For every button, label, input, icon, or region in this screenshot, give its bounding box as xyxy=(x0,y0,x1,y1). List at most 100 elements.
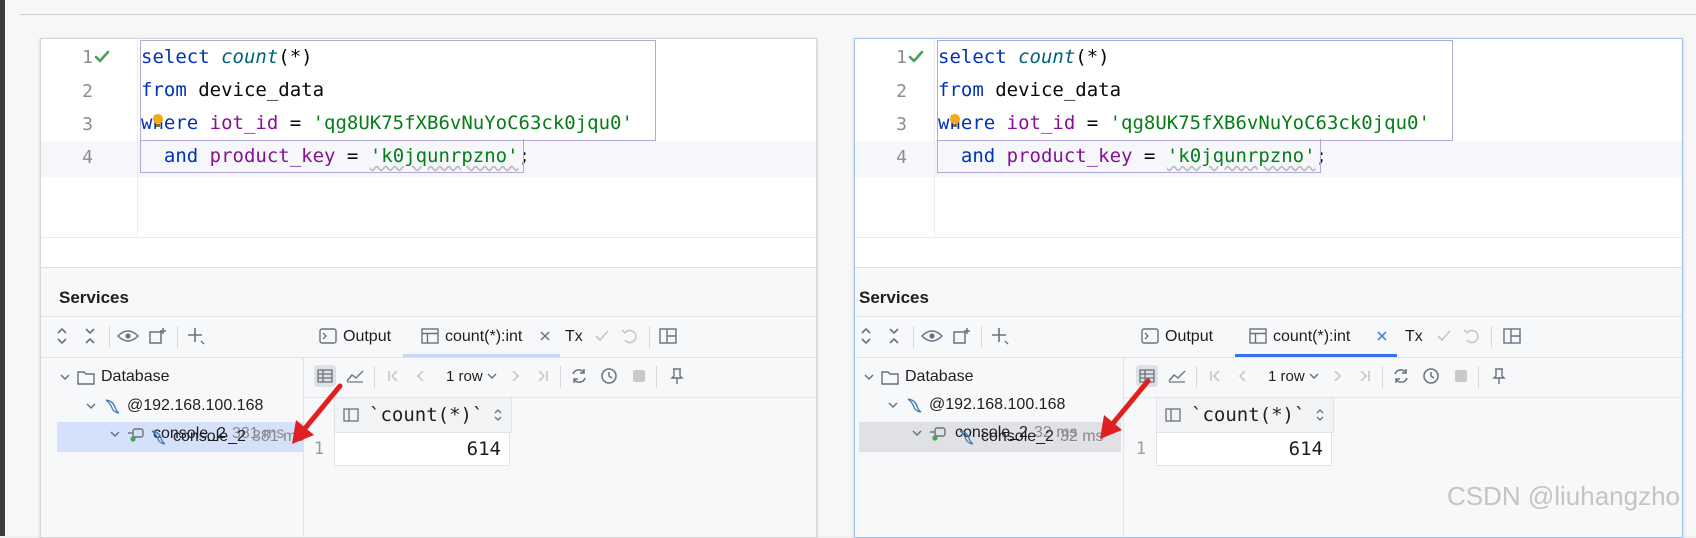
chevron-down-icon[interactable] xyxy=(887,399,899,411)
tree-label: console_2 xyxy=(173,428,246,445)
code-token: 'qg8UK75fXB6vNuYoC63ck0jqu0' xyxy=(1109,112,1430,134)
line-number: 4 xyxy=(896,147,907,168)
row-count-selector[interactable]: 1 row xyxy=(446,365,497,387)
chart-view-icon[interactable] xyxy=(1166,365,1188,387)
folder-icon xyxy=(881,371,899,385)
sort-icon[interactable] xyxy=(493,408,503,422)
result-cell[interactable]: 614 xyxy=(1156,432,1332,466)
last-page-icon[interactable] xyxy=(532,365,554,387)
code-line[interactable]: and product_key = 'k0jqunrpzno'; xyxy=(141,145,530,167)
table-icon xyxy=(1247,325,1269,347)
close-icon[interactable] xyxy=(1371,325,1393,347)
pin-icon[interactable] xyxy=(666,365,688,387)
ide-panel-right: 1 2 3 4 select count(*) from device_data… xyxy=(854,38,1683,538)
next-page-icon[interactable] xyxy=(504,365,526,387)
services-tree: Database @192.168.100.168 console_2 381 … xyxy=(41,357,304,537)
rollback-icon[interactable] xyxy=(1461,325,1483,347)
tree-label: @192.168.100.168 xyxy=(127,397,264,414)
chevron-down-icon[interactable] xyxy=(911,427,923,439)
table-view-icon[interactable] xyxy=(314,365,336,387)
tree-label: Database xyxy=(101,368,170,385)
layout-icon[interactable] xyxy=(1501,325,1523,347)
column-header[interactable]: `count(*)` xyxy=(1156,397,1334,433)
tree-node-database[interactable]: Database xyxy=(863,363,974,391)
code-line[interactable]: select count(*) xyxy=(141,46,313,68)
code-line[interactable]: from device_data xyxy=(141,79,324,101)
refresh-icon[interactable] xyxy=(568,365,590,387)
stop-icon[interactable] xyxy=(1450,365,1472,387)
sql-editor[interactable]: 1 2 3 4 select count(*) from device_data… xyxy=(855,39,1682,237)
result-cell[interactable]: 614 xyxy=(334,432,510,466)
tree-label: console_2 xyxy=(981,428,1054,445)
column-header[interactable]: `count(*)` xyxy=(334,397,512,433)
tab-result[interactable]: count(*):int xyxy=(1273,318,1350,356)
sort-icon[interactable] xyxy=(1315,408,1325,422)
chevron-down-icon[interactable] xyxy=(85,400,97,412)
row-count-selector[interactable]: 1 row xyxy=(1268,365,1319,387)
close-icon[interactable] xyxy=(534,325,556,347)
code-line[interactable]: where iot_id = 'qg8UK75fXB6vNuYoC63ck0jq… xyxy=(938,112,1430,134)
code-line[interactable]: from device_data xyxy=(938,79,1121,101)
row-number: 1 xyxy=(313,439,325,459)
tree-node-host[interactable]: @192.168.100.168 xyxy=(85,392,263,420)
tree-label: Database xyxy=(905,368,974,385)
add-icon[interactable] xyxy=(185,325,207,347)
previous-page-icon[interactable] xyxy=(410,365,432,387)
stop-icon[interactable] xyxy=(628,365,650,387)
tree-node-database[interactable]: Database xyxy=(59,363,170,391)
eye-icon[interactable] xyxy=(921,325,943,347)
lightbulb-icon[interactable] xyxy=(151,113,165,129)
tree-node-console-child[interactable]: console_2 32 ms xyxy=(957,423,1104,451)
code-line[interactable]: select count(*) xyxy=(938,46,1110,68)
next-page-icon[interactable] xyxy=(1326,365,1348,387)
chart-view-icon[interactable] xyxy=(344,365,366,387)
table-view-icon[interactable] xyxy=(1136,365,1158,387)
row-number: 1 xyxy=(1135,439,1147,459)
editor-gutter: 1 2 3 4 xyxy=(41,39,137,237)
code-token: from xyxy=(141,79,199,101)
new-group-icon[interactable] xyxy=(951,325,973,347)
tx-mode-label[interactable]: Tx xyxy=(565,318,583,356)
tab-output[interactable]: Output xyxy=(343,318,391,356)
code-token: iot_id xyxy=(1006,112,1076,134)
expand-all-icon[interactable] xyxy=(51,325,73,347)
chevron-down-icon[interactable] xyxy=(863,371,875,383)
result-pane: 1 row `count(*)` 1 614 xyxy=(304,357,816,537)
rollback-icon[interactable] xyxy=(619,325,641,347)
code-token: = xyxy=(1132,145,1167,167)
editor-status-area xyxy=(41,237,816,268)
new-group-icon[interactable] xyxy=(147,325,169,347)
code-token: 'k0jqunrpzno' xyxy=(369,145,519,167)
tab-output[interactable]: Output xyxy=(1165,318,1213,356)
expand-all-icon[interactable] xyxy=(855,325,877,347)
commit-check-icon[interactable] xyxy=(591,325,613,347)
refresh-icon[interactable] xyxy=(1390,365,1412,387)
clock-icon[interactable] xyxy=(1420,365,1442,387)
clock-icon[interactable] xyxy=(598,365,620,387)
collapse-all-icon[interactable] xyxy=(79,325,101,347)
code-line[interactable]: where iot_id = 'qg8UK75fXB6vNuYoC63ck0jq… xyxy=(141,112,633,134)
previous-page-icon[interactable] xyxy=(1232,365,1254,387)
layout-icon[interactable] xyxy=(657,325,679,347)
collapse-all-icon[interactable] xyxy=(883,325,905,347)
tree-node-console-child[interactable]: console_2 381 ms xyxy=(149,423,304,451)
tree-node-host[interactable]: @192.168.100.168 xyxy=(887,391,1065,419)
tx-mode-label[interactable]: Tx xyxy=(1405,318,1423,356)
code-token: = xyxy=(1075,112,1110,134)
code-line[interactable]: and product_key = 'k0jqunrpzno'; xyxy=(938,145,1327,167)
last-page-icon[interactable] xyxy=(1354,365,1376,387)
sql-editor[interactable]: 1 2 3 4 select count(*) from device_data… xyxy=(41,39,816,237)
services-toolbar: Output count(*):int Tx xyxy=(41,316,816,358)
tab-result[interactable]: count(*):int xyxy=(445,318,522,356)
eye-icon[interactable] xyxy=(117,325,139,347)
chevron-down-icon[interactable] xyxy=(109,428,121,440)
code-token: (*) xyxy=(1075,46,1110,68)
chevron-down-icon[interactable] xyxy=(59,371,71,383)
add-icon[interactable] xyxy=(989,325,1011,347)
commit-check-icon[interactable] xyxy=(1433,325,1455,347)
line-number: 2 xyxy=(896,81,907,102)
first-page-icon[interactable] xyxy=(382,365,404,387)
lightbulb-icon[interactable] xyxy=(948,113,962,129)
first-page-icon[interactable] xyxy=(1204,365,1226,387)
pin-icon[interactable] xyxy=(1488,365,1510,387)
